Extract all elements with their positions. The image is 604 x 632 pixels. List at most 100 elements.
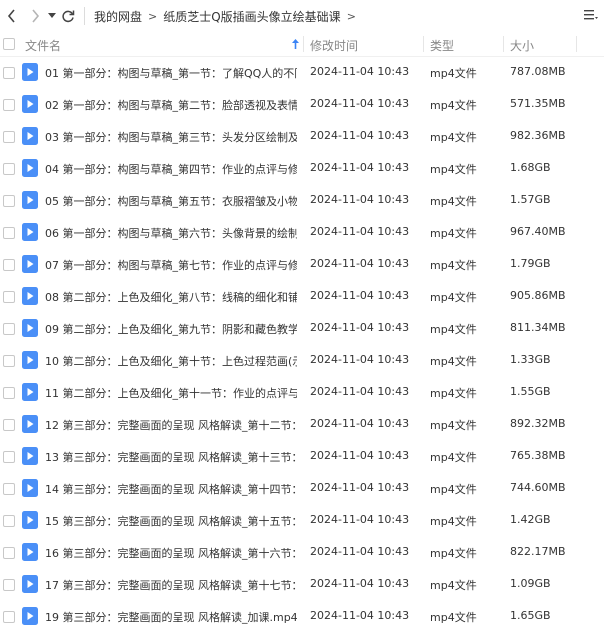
file-name[interactable]: 04 第一部分：构图与草稿_第四节：作业的点评与修改.m... [45,161,297,177]
file-row[interactable]: 15 第三部分：完整画面的呈现 风格解读_第十五节：作业... 2024-11-0… [0,504,604,536]
file-name[interactable]: 07 第一部分：构图与草稿_第七节：作业的点评与修改.m... [45,257,297,273]
row-checkbox[interactable] [3,579,15,591]
row-checkbox[interactable] [3,67,15,79]
video-file-icon [22,511,38,529]
row-checkbox[interactable] [3,195,15,207]
video-file-icon [22,255,38,273]
file-row[interactable]: 19 第三部分：完整画面的呈现 风格解读_加课.mp4 2024-11-04 10… [0,600,604,632]
file-name[interactable]: 14 第三部分：完整画面的呈现 风格解读_第十四节：双人... [45,481,297,497]
file-type: mp4文件 [430,259,477,272]
file-modified-time: 2024-11-04 10:43 [310,161,410,174]
file-modified-time: 2024-11-04 10:43 [310,65,410,78]
file-row[interactable]: 02 第一部分：构图与草稿_第二节：脸部透视及表情绘制.... 2024-11-0… [0,88,604,120]
row-checkbox[interactable] [3,355,15,367]
file-size: 1.42GB [510,513,551,526]
file-row[interactable]: 13 第三部分：完整画面的呈现 风格解读_第十三节：蹲坐... 2024-11-0… [0,440,604,472]
column-divider[interactable] [423,36,424,52]
file-name[interactable]: 17 第三部分：完整画面的呈现 风格解读_第十七节：全身... [45,577,297,593]
breadcrumb-item-folder[interactable]: 纸质芝士Q版插画头像立绘基础课 [163,8,340,25]
file-name[interactable]: 08 第二部分：上色及细化_第八节：线稿的细化和铺色.m... [45,289,297,305]
file-name[interactable]: 05 第一部分：构图与草稿_第五节：衣服褶皱及小物的绘... [45,193,297,209]
history-dropdown-button[interactable] [44,8,60,24]
sort-ascending-icon[interactable] [292,39,299,49]
file-size: 811.34MB [510,321,566,334]
row-checkbox[interactable] [3,99,15,111]
file-row[interactable]: 16 第三部分：完整画面的呈现 风格解读_第十六节：伪厚... 2024-11-0… [0,536,604,568]
file-modified-time: 2024-11-04 10:43 [310,481,410,494]
row-checkbox[interactable] [3,547,15,559]
column-header-modified[interactable]: 修改时间 [310,37,358,54]
column-header-name[interactable]: 文件名 [25,37,61,54]
file-name[interactable]: 15 第三部分：完整画面的呈现 风格解读_第十五节：作业... [45,513,297,529]
breadcrumb: 我的网盘 > 纸质芝士Q版插画头像立绘基础课 > [94,8,362,25]
row-checkbox[interactable] [3,611,15,623]
file-name[interactable]: 09 第二部分：上色及细化_第九节：阴影和藏色教学.mp4 [45,321,297,337]
row-checkbox[interactable] [3,323,15,335]
column-divider[interactable] [503,36,504,52]
video-file-icon [22,95,38,113]
file-name[interactable]: 11 第二部分：上色及细化_第十一节：作业的点评与修改.... [45,385,297,401]
file-modified-time: 2024-11-04 10:43 [310,545,410,558]
row-checkbox[interactable] [3,387,15,399]
column-header-type[interactable]: 类型 [430,37,454,54]
row-checkbox[interactable] [3,291,15,303]
row-checkbox[interactable] [3,515,15,527]
file-row[interactable]: 14 第三部分：完整画面的呈现 风格解读_第十四节：双人... 2024-11-0… [0,472,604,504]
back-button[interactable] [4,8,20,24]
file-name[interactable]: 02 第一部分：构图与草稿_第二节：脸部透视及表情绘制.... [45,97,297,113]
row-checkbox[interactable] [3,259,15,271]
file-row[interactable]: 12 第三部分：完整画面的呈现 风格解读_第十二节：Q版... 2024-11-0… [0,408,604,440]
caret-down-icon [48,13,56,18]
view-mode-button[interactable] [584,8,600,24]
video-file-icon [22,63,38,81]
video-file-icon [22,191,38,209]
file-row[interactable]: 04 第一部分：构图与草稿_第四节：作业的点评与修改.m... 2024-11-0… [0,152,604,184]
column-divider[interactable] [303,36,304,52]
refresh-button[interactable] [60,8,76,24]
row-checkbox[interactable] [3,419,15,431]
file-modified-time: 2024-11-04 10:43 [310,353,410,366]
video-file-icon [22,223,38,241]
file-name[interactable]: 16 第三部分：完整画面的呈现 风格解读_第十六节：伪厚... [45,545,297,561]
file-name[interactable]: 10 第二部分：上色及细化_第十节：上色过程范画(示范... [45,353,297,369]
forward-button[interactable] [27,8,43,24]
column-header-size[interactable]: 大小 [510,37,534,54]
file-row[interactable]: 17 第三部分：完整画面的呈现 风格解读_第十七节：全身... 2024-11-0… [0,568,604,600]
file-name[interactable]: 06 第一部分：构图与草稿_第六节：头像背景的绘制及构... [45,225,297,241]
file-name[interactable]: 12 第三部分：完整画面的呈现 风格解读_第十二节：Q版... [45,417,297,433]
refresh-icon [62,10,75,23]
file-row[interactable]: 03 第一部分：构图与草稿_第三节：头发分区绘制及手的... 2024-11-04… [0,120,604,152]
file-type: mp4文件 [430,611,477,624]
file-name[interactable]: 13 第三部分：完整画面的呈现 风格解读_第十三节：蹲坐... [45,449,297,465]
breadcrumb-item-root[interactable]: 我的网盘 [94,8,142,25]
file-row[interactable]: 11 第二部分：上色及细化_第十一节：作业的点评与修改.... 2024-11-0… [0,376,604,408]
file-row[interactable]: 05 第一部分：构图与草稿_第五节：衣服褶皱及小物的绘... 2024-11-04… [0,184,604,216]
row-checkbox[interactable] [3,451,15,463]
file-row[interactable]: 09 第二部分：上色及细化_第九节：阴影和藏色教学.mp4 2024-11-04 … [0,312,604,344]
file-row[interactable]: 01 第一部分：构图与草稿_第一节：了解QQ人的不同头... 2024-11-04… [0,56,604,88]
file-row[interactable]: 07 第一部分：构图与草稿_第七节：作业的点评与修改.m... 2024-11-0… [0,248,604,280]
file-size: 1.79GB [510,257,551,270]
row-checkbox[interactable] [3,131,15,143]
file-name[interactable]: 03 第一部分：构图与草稿_第三节：头发分区绘制及手的... [45,129,297,145]
file-type: mp4文件 [430,451,477,464]
file-row[interactable]: 08 第二部分：上色及细化_第八节：线稿的细化和铺色.m... 2024-11-0… [0,280,604,312]
row-checkbox[interactable] [3,227,15,239]
file-name[interactable]: 19 第三部分：完整画面的呈现 风格解读_加课.mp4 [45,609,297,625]
row-checkbox[interactable] [3,163,15,175]
file-type: mp4文件 [430,163,477,176]
row-checkbox[interactable] [3,483,15,495]
file-list-header: 文件名 修改时间 类型 大小 [0,32,604,57]
file-modified-time: 2024-11-04 10:43 [310,321,410,334]
file-type: mp4文件 [430,419,477,432]
list-view-icon [584,10,598,20]
file-modified-time: 2024-11-04 10:43 [310,193,410,206]
file-type: mp4文件 [430,323,477,336]
file-name[interactable]: 01 第一部分：构图与草稿_第一节：了解QQ人的不同头... [45,65,297,81]
file-modified-time: 2024-11-04 10:43 [310,97,410,110]
column-divider[interactable] [576,36,577,52]
file-row[interactable]: 06 第一部分：构图与草稿_第六节：头像背景的绘制及构... 2024-11-04… [0,216,604,248]
file-row[interactable]: 10 第二部分：上色及细化_第十节：上色过程范画(示范... 2024-11-04… [0,344,604,376]
breadcrumb-separator-icon: > [346,10,356,23]
select-all-checkbox[interactable] [3,38,15,50]
